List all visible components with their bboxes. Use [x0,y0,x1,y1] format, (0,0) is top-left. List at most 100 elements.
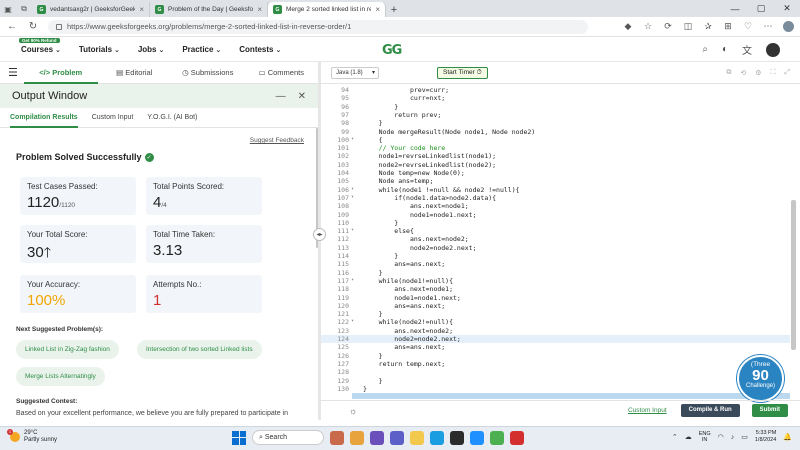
close-tab-icon[interactable]: × [257,5,262,14]
fold-icon[interactable]: ▾ [351,277,359,285]
copilot-icon[interactable] [350,430,364,445]
close-tab-icon[interactable]: × [139,5,144,14]
nav-practice[interactable]: Practice [182,45,221,54]
reset-icon[interactable]: ⟲ [740,69,746,77]
meet-icon[interactable] [370,430,384,445]
code-line[interactable]: 94 prev=curr; [321,86,790,94]
workspaces-icon[interactable]: ▣ [0,1,16,17]
code-line[interactable]: 110 } [321,219,790,227]
code-line[interactable]: 119 node1=node1.next; [321,294,790,302]
editor-horizontal-scrollbar[interactable] [352,393,790,399]
compile-run-button[interactable]: Compile & Run [680,404,740,417]
browser-essentials-icon[interactable]: ♡ [743,21,753,32]
favorites-list-icon[interactable]: ✰ [703,21,713,32]
new-tab-button[interactable]: + [386,2,402,17]
code-line[interactable]: 109 node1=node1.next; [321,211,790,219]
subtab-yogi-ai-bot[interactable]: Y.O.G.I. (AI Bot) [147,108,197,128]
mcafee-icon[interactable] [510,430,524,445]
code-line[interactable]: 101 // Your code here [321,144,790,152]
expand-icon[interactable]: ⤢ [784,69,790,77]
code-line[interactable]: 106 ▾ while(node1 !=null && node2 !=null)… [321,186,790,194]
code-line[interactable]: 128 [321,368,790,376]
teams-icon[interactable] [390,430,404,445]
edge-icon[interactable] [430,430,444,445]
language-select[interactable]: Java (1.8) [331,66,379,79]
maximize-icon[interactable]: ▢ [748,3,774,14]
app-icon[interactable] [470,430,484,445]
code-line[interactable]: 97 return prev; [321,111,790,119]
minimize-icon[interactable]: — [722,4,748,14]
code-editor[interactable]: 94 prev=curr; 95 curr=nxt; 96 } 97 return p… [321,84,790,394]
taskbar-search[interactable]: ⌕ Search [252,430,324,445]
back-icon[interactable]: ← [6,21,18,32]
browser-tab-potd[interactable]: G Problem of the Day | GeeksforGe... × [150,2,268,17]
tab-comments[interactable]: ▭ Comments [245,62,319,84]
fold-icon[interactable]: ▾ [351,318,359,326]
code-line[interactable]: 108 ans.next=node1; [321,202,790,210]
subtab-compilation-results[interactable]: Compilation Results [10,108,78,128]
settings-icon[interactable]: ⚙ [755,69,761,77]
minimize-panel-icon[interactable]: — [276,91,286,102]
code-line[interactable]: 130} [321,385,790,393]
favorite-icon[interactable]: ☆ [643,21,653,32]
store-icon[interactable] [450,430,464,445]
theme-toggle-icon[interactable]: ◐ [722,44,728,55]
code-line[interactable]: 96 } [321,103,790,111]
chrome-icon[interactable] [490,430,504,445]
code-line[interactable]: 118 ans.next=node1; [321,285,790,293]
gfg-logo[interactable]: GG [382,43,402,58]
tab-editorial[interactable]: ▤ Editorial [98,62,172,84]
fullscreen-icon[interactable]: ⛶ [770,69,775,77]
suggested-problem-chip[interactable]: Intersection of two sorted Linked lists [137,340,262,359]
fold-icon[interactable]: ▾ [351,194,359,202]
fold-icon[interactable]: ▾ [351,186,359,194]
lightbulb-icon[interactable]: ☼ [349,406,357,416]
code-line[interactable]: 105 Node ans=temp; [321,177,790,185]
browser-tab-profile[interactable]: G vedantsaxg2r | GeeksforGeeks Pr... × [32,2,150,17]
code-line[interactable]: 111 ▾ else{ [321,227,790,235]
translate-icon[interactable]: 文 [742,42,752,57]
menu-icon[interactable]: ☰ [8,66,24,79]
copy-icon[interactable]: ⧉ [726,69,731,77]
submit-button[interactable]: Submit [751,404,788,417]
challenge-badge[interactable]: (Three 90 Challenge) [737,355,784,402]
code-line[interactable]: 99 Node mergeResult(Node node1, Node nod… [321,128,790,136]
suggested-problem-chip[interactable]: Merge Lists Alternatingly [16,367,105,386]
subtab-custom-input[interactable]: Custom Input [92,108,134,128]
code-line[interactable]: 124 node2=node2.next; [321,335,790,344]
more-icon[interactable]: ⋯ [763,21,773,32]
code-line[interactable]: 104 Node temp=new Node(0); [321,169,790,177]
input-language[interactable]: ENG IN [699,431,711,443]
chevron-up-icon[interactable]: ⌃ [672,433,678,441]
code-line[interactable]: 116 } [321,269,790,277]
refresh-icon[interactable]: ↻ [27,21,39,32]
code-line[interactable]: 129 } [321,377,790,385]
code-line[interactable]: 121 } [321,310,790,318]
wifi-icon[interactable]: ◠ [718,433,724,441]
code-line[interactable]: 126 } [321,352,790,360]
code-line[interactable]: 115 ans=ans.next; [321,260,790,268]
browser-profile-avatar[interactable] [783,21,794,32]
code-line[interactable]: 125 ans=ans.next; [321,343,790,351]
clock[interactable]: 5:33 PM 1/8/2024 [755,430,776,444]
editor-scrollbar[interactable] [791,200,796,350]
code-line[interactable]: 98 } [321,119,790,127]
close-panel-icon[interactable]: ✕ [298,91,306,102]
close-window-icon[interactable]: ✕ [774,3,800,14]
code-line[interactable]: 127 return temp.next; [321,360,790,368]
code-line[interactable]: 112 ans.next=node2; [321,235,790,243]
user-avatar[interactable] [766,42,780,57]
nav-tutorials[interactable]: Tutorials [79,45,120,54]
tab-actions-icon[interactable]: ⧉ [16,1,32,17]
tab-submissions[interactable]: ◷ Submissions [171,62,245,84]
search-icon[interactable]: ⌕ [702,44,708,55]
code-line[interactable]: 117 ▾ while(node1!=null){ [321,277,790,285]
battery-icon[interactable]: ▭ [741,433,748,441]
volume-icon[interactable]: ♪ [731,434,735,441]
code-line[interactable]: 103 node2=revrseLinkedlist(node2); [321,161,790,169]
browser-tab-merge-lists[interactable]: G Merge 2 sorted linked list in reve... … [268,2,386,17]
custom-input-link[interactable]: Custom Input [628,407,667,414]
code-line[interactable]: 95 curr=nxt; [321,94,790,102]
nav-contests[interactable]: Contests [239,45,281,54]
code-line[interactable]: 113 node2=node2.next; [321,244,790,252]
